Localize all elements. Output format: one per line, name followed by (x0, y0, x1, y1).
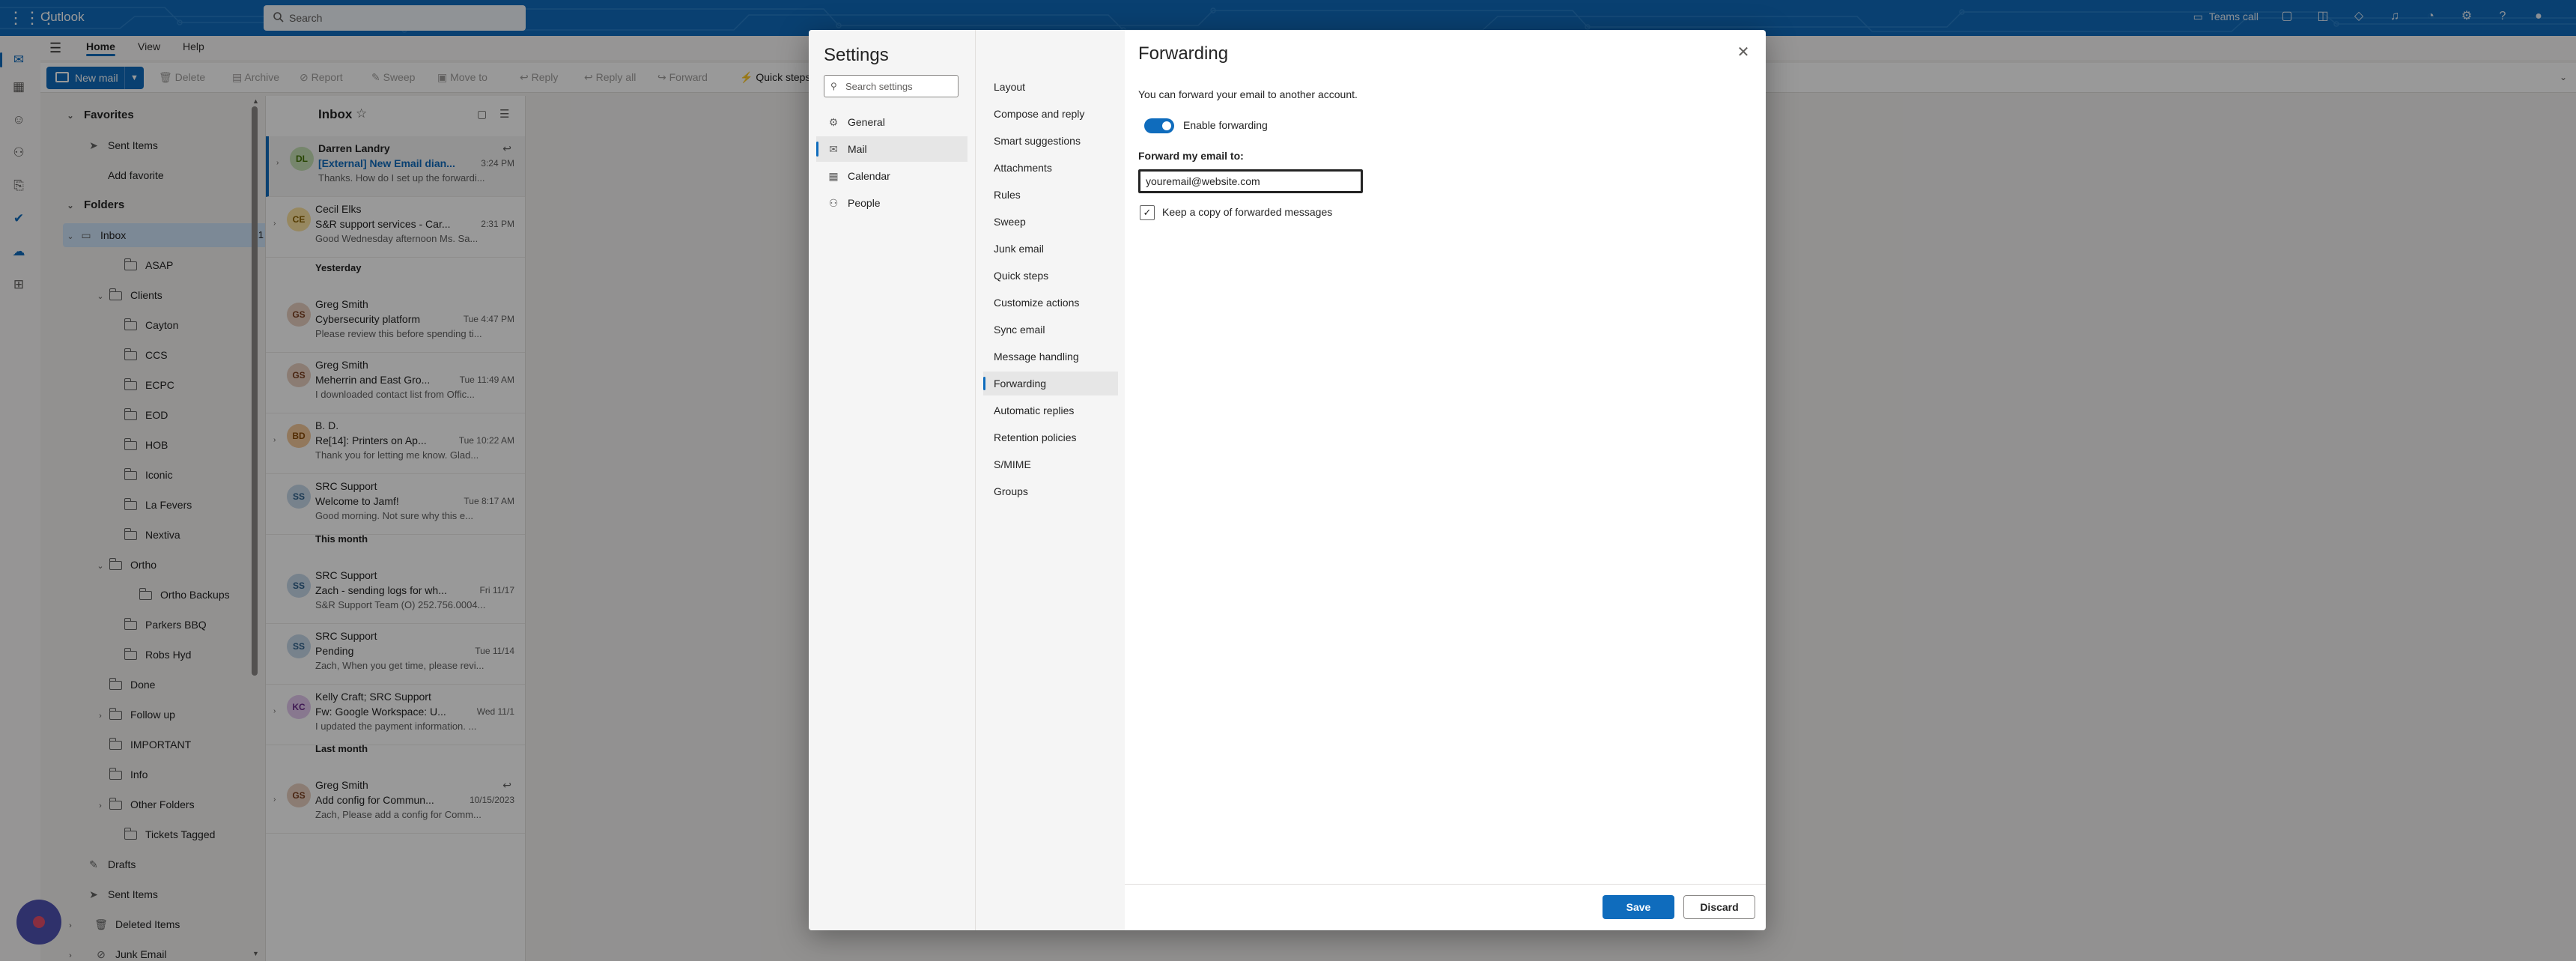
settings-title: Settings (824, 45, 889, 65)
subcategory-smart-suggestions[interactable]: Smart suggestions (983, 129, 1118, 153)
forward-email-input[interactable] (1137, 169, 1364, 194)
subcategory-sweep[interactable]: Sweep (983, 210, 1118, 234)
subcategory-quick-steps[interactable]: Quick steps (983, 264, 1118, 288)
category-label: Mail (848, 143, 867, 155)
search-icon: ⚲ (830, 81, 837, 91)
subcategory-attachments[interactable]: Attachments (983, 156, 1118, 180)
settings-subcategories: Layout Compose and reply Smart suggestions… (975, 30, 1125, 930)
subcategory-junk-email[interactable]: Junk email (983, 237, 1118, 261)
subcategory-layout[interactable]: Layout (983, 75, 1118, 99)
save-button[interactable]: Save (1603, 895, 1674, 919)
subcategory-groups[interactable]: Groups (983, 479, 1118, 503)
forwarding-description: You can forward your email to another ac… (1138, 88, 1358, 100)
category-mail[interactable]: ✉ Mail (816, 136, 967, 162)
discard-button[interactable]: Discard (1683, 895, 1755, 919)
forwarding-title: Forwarding (1138, 43, 1229, 64)
subcategory-forwarding[interactable]: Forwarding (983, 372, 1118, 395)
gear-icon: ⚙ (828, 116, 839, 128)
keep-copy-label: Keep a copy of forwarded messages (1162, 206, 1333, 218)
calendar-icon: ▦ (828, 170, 839, 182)
category-general[interactable]: ⚙ General (816, 109, 967, 135)
category-label: People (848, 197, 881, 209)
category-label: General (848, 116, 885, 128)
subcategory-message-handling[interactable]: Message handling (983, 345, 1118, 369)
category-calendar[interactable]: ▦ Calendar (816, 163, 967, 189)
subcategory-compose-and-reply[interactable]: Compose and reply (983, 102, 1118, 126)
settings-dialog: Settings ⚲ Search settings ⚙ General ✉ Mai… (809, 30, 1766, 930)
category-label: Calendar (848, 170, 890, 182)
subcategory-retention-policies[interactable]: Retention policies (983, 425, 1118, 449)
people-icon: ⚇ (828, 197, 839, 209)
footer-divider (1125, 884, 1766, 885)
checkmark-icon: ✓ (1143, 207, 1152, 218)
category-people[interactable]: ⚇ People (816, 190, 967, 216)
subcategory-s-mime[interactable]: S/MIME (983, 452, 1118, 476)
mail-icon: ✉ (829, 143, 838, 155)
forward-to-label: Forward my email to: (1138, 150, 1244, 162)
subcategory-automatic-replies[interactable]: Automatic replies (983, 398, 1118, 422)
toggle-knob (1162, 121, 1171, 130)
settings-categories: Settings ⚲ Search settings ⚙ General ✉ Mai… (809, 30, 975, 930)
settings-search-input[interactable]: ⚲ Search settings (824, 75, 959, 97)
enable-forwarding-toggle[interactable] (1144, 118, 1174, 133)
subcategory-rules[interactable]: Rules (983, 183, 1118, 207)
settings-search-placeholder: Search settings (845, 81, 913, 92)
close-icon[interactable]: ✕ (1734, 43, 1752, 61)
subcategory-customize-actions[interactable]: Customize actions (983, 291, 1118, 315)
enable-forwarding-label: Enable forwarding (1183, 119, 1268, 131)
keep-copy-checkbox[interactable]: ✓ (1140, 205, 1155, 220)
subcategory-sync-email[interactable]: Sync email (983, 318, 1118, 342)
